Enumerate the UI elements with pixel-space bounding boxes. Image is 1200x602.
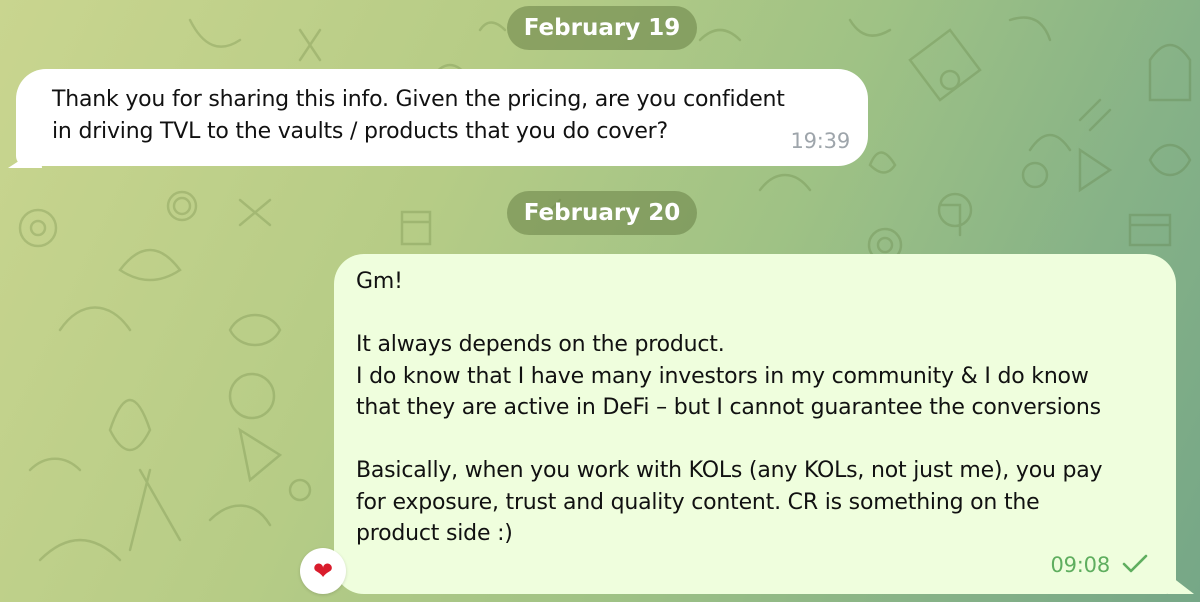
message-time: 09:08 xyxy=(1050,552,1110,577)
message-text-line: Gm! xyxy=(356,269,403,294)
message-text-line: product side :) xyxy=(356,521,513,546)
single-check-icon xyxy=(1122,554,1148,573)
message-text-line: I do know that I have many investors in … xyxy=(356,363,1089,389)
message-text-line: for exposure, trust and quality content.… xyxy=(356,489,1040,515)
message-text-line: Basically, when you work with KOLs (any … xyxy=(356,458,1103,483)
date-separator: February 19 xyxy=(507,6,697,50)
message-time: 19:39 xyxy=(790,128,850,153)
date-separator: February 20 xyxy=(507,191,697,235)
incoming-message-bubble[interactable]: Thank you for sharing this info. Given t… xyxy=(16,69,868,166)
heart-icon: ❤ xyxy=(312,557,334,585)
message-text-line: Thank you for sharing this info. Given t… xyxy=(52,87,785,112)
message-text-line: in driving TVL to the vaults / products … xyxy=(52,118,668,144)
outgoing-message-bubble[interactable]: Gm! It always depends on the product. I … xyxy=(334,254,1176,594)
heart-reaction-button[interactable]: ❤ xyxy=(300,548,346,594)
message-text-line: It always depends on the product. xyxy=(356,332,725,357)
message-text-line: that they are active in DeFi – but I can… xyxy=(356,395,1101,420)
